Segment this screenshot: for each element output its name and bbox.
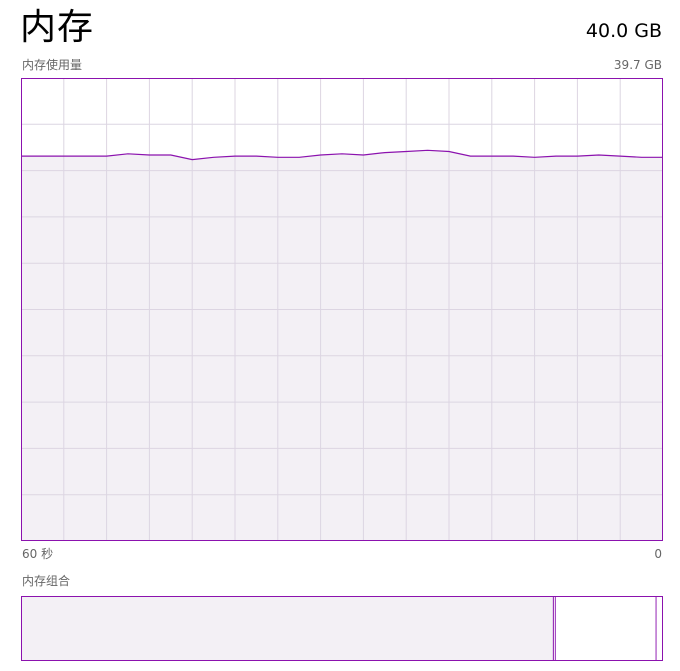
memory-composition-bar [21,596,663,661]
composition-label-row: 内存组合 [22,573,662,589]
usage-max-label: 39.7 GB [613,58,662,72]
time-axis-row: 60 秒 0 [22,546,662,562]
memory-usage-chart [21,78,663,541]
page-title: 内存 [20,7,95,48]
usage-label: 内存使用量 [22,58,83,72]
in-use-segment [21,596,554,661]
memory-usage-graph [21,78,663,541]
time-end-label: 0 [654,547,662,561]
composition-label: 内存组合 [22,574,71,588]
memory-composition-chart [21,596,663,661]
time-start-label: 60 秒 [22,547,54,561]
usage-area [21,150,663,541]
usage-label-row: 内存使用量 39.7 GB [22,57,662,73]
total-memory: 40.0 GB [585,20,662,42]
standby-segment [555,596,657,661]
